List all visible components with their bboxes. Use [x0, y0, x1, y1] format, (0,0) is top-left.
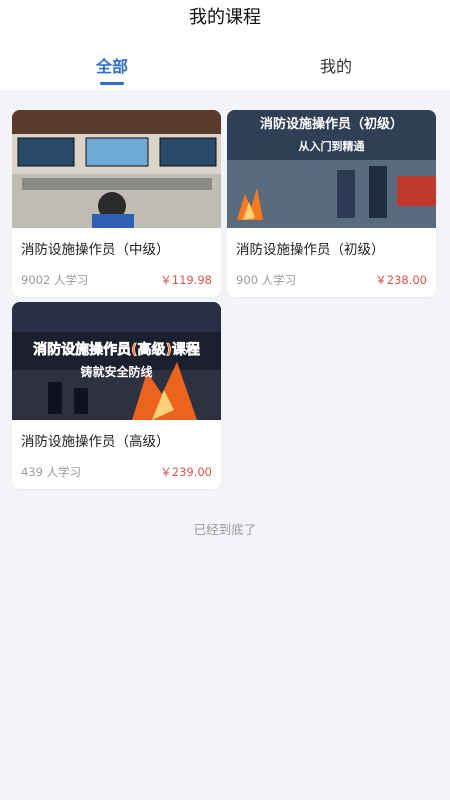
tab-mine[interactable]: 我的: [320, 56, 352, 78]
page-title: 我的课程: [189, 7, 261, 28]
course-thumbnail-firefighters: 消防设施操作员（初级） 从入门到精通: [227, 110, 436, 228]
course-title: 消防设施操作员（高级）: [21, 434, 170, 450]
course-card-intermediate[interactable]: 消防设施操作员（中级） 9002 人学习 ￥119.98: [12, 110, 221, 297]
banner-headline: 消防设施操作员（初级）: [260, 116, 403, 132]
course-card-advanced[interactable]: 消防设施操作员(高级)课程 铸就安全防线 消防设施操作员（高级） 439 人学习…: [12, 302, 221, 489]
course-price: ￥238.00: [375, 273, 427, 287]
course-card-beginner[interactable]: 消防设施操作员（初级） 从入门到精通 消防设施操作员（初级） 900 人学习 ￥…: [227, 110, 436, 297]
active-tab-indicator: [100, 82, 124, 85]
course-thumbnail-night-fire: 消防设施操作员(高级)课程 铸就安全防线: [12, 302, 221, 420]
course-title: 消防设施操作员（初级）: [236, 242, 385, 258]
tab-all[interactable]: 全部: [96, 56, 128, 78]
end-of-list-text: 已经到底了: [193, 522, 257, 537]
top-bar: 我的课程 全部 我的: [0, 0, 450, 90]
banner-subline: 铸就安全防线: [80, 364, 152, 379]
learner-count: 900 人学习: [236, 273, 297, 287]
learner-count: 439 人学习: [21, 465, 82, 479]
course-thumbnail-control-room: [12, 110, 221, 228]
learner-count: 9002 人学习: [21, 273, 89, 287]
banner-subline: 从入门到精通: [299, 139, 365, 153]
banner-headline: 消防设施操作员(高级)课程: [33, 341, 200, 358]
course-price: ￥239.00: [160, 465, 212, 479]
course-price: ￥119.98: [160, 273, 212, 287]
course-title: 消防设施操作员（中级）: [21, 242, 170, 258]
